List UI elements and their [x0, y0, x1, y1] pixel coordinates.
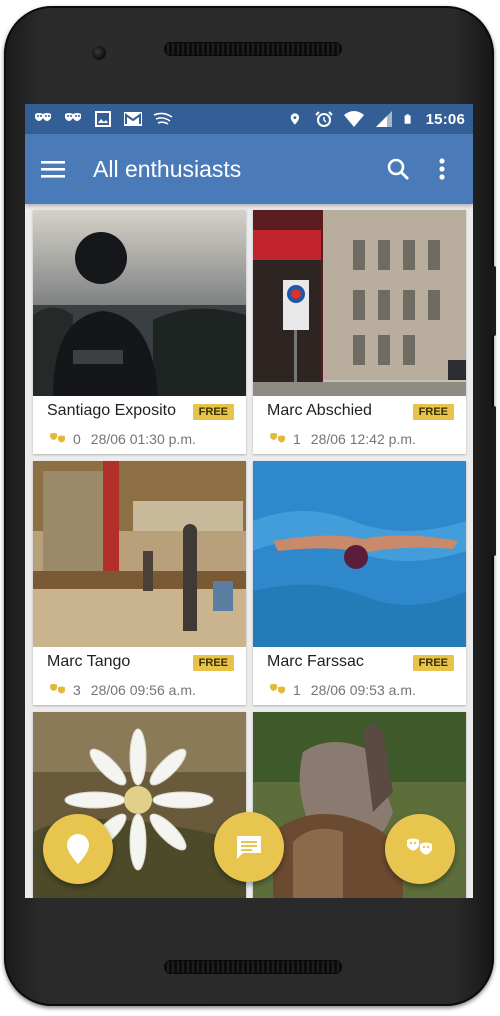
interaction-count: 1: [293, 682, 301, 698]
top-speaker: [164, 42, 342, 56]
enthusiast-photo[interactable]: [33, 210, 246, 396]
masks-icon[interactable]: [406, 838, 434, 860]
enthusiast-card[interactable]: Marc Tango FREE 3 28/06 09:56 a.m.: [33, 461, 246, 705]
bottom-speaker: [164, 960, 342, 974]
masks-icon: [65, 113, 81, 121]
power-button: [492, 266, 496, 336]
interaction-count: 3: [73, 682, 81, 698]
volume-button: [492, 406, 496, 556]
masks-icon: [270, 432, 285, 443]
enthusiast-card[interactable]: Marc Abschied FREE 1 28/06 12:42 p.m.: [253, 210, 466, 454]
wifi-icon: [343, 111, 364, 127]
enthusiast-name: Marc Abschied: [267, 402, 372, 419]
free-badge: FREE: [412, 655, 454, 671]
overflow-menu-button[interactable]: [427, 154, 457, 184]
timestamp: 28/06 12:42 p.m.: [310, 431, 416, 447]
page-title: All enthusiasts: [93, 155, 242, 182]
signal-icon: [375, 111, 392, 127]
more-vert-icon[interactable]: [438, 157, 446, 181]
gmail-icon: [124, 112, 142, 126]
interaction-count: 0: [73, 431, 81, 447]
free-badge: FREE: [192, 655, 234, 671]
card-meta: 0 28/06 01:30 p.m.: [49, 431, 196, 447]
app-bar: All enthusiasts: [25, 134, 473, 204]
clock: 15:06: [425, 110, 465, 128]
image-icon: [95, 111, 111, 127]
masks-icon: [50, 432, 65, 443]
timestamp: 28/06 09:56 a.m.: [90, 682, 196, 698]
enthusiast-photo[interactable]: [253, 461, 466, 647]
alarm-icon: [314, 111, 333, 127]
card-meta: 1 28/06 12:42 p.m.: [269, 431, 416, 447]
masks-icon: [50, 683, 65, 694]
location-icon: [290, 113, 299, 125]
location-pin-icon[interactable]: [67, 834, 89, 864]
search-button[interactable]: [383, 154, 413, 184]
masks-icon: [35, 113, 51, 121]
card-meta: 3 28/06 09:56 a.m.: [49, 682, 196, 698]
battery-icon: [404, 114, 411, 124]
enthusiast-name: Santiago Exposito: [47, 402, 176, 419]
masks-icon: [270, 683, 285, 694]
timestamp: 28/06 09:53 a.m.: [310, 682, 416, 698]
screen: 15:06 All enthusiasts Santiago Exposito …: [25, 104, 473, 898]
free-badge: FREE: [192, 404, 234, 420]
enthusiast-photo[interactable]: [33, 461, 246, 647]
card-meta: 1 28/06 09:53 a.m.: [269, 682, 416, 698]
free-badge: FREE: [412, 404, 454, 420]
chat-fab[interactable]: [214, 812, 284, 882]
enthusiast-name: Marc Tango: [47, 653, 131, 670]
enthusiast-name: Marc Farssac: [267, 653, 364, 670]
search-icon[interactable]: [386, 157, 410, 181]
location-fab[interactable]: [43, 814, 113, 884]
enthusiast-photo[interactable]: [253, 210, 466, 396]
enthusiast-card[interactable]: Marc Farssac FREE 1 28/06 09:53 a.m.: [253, 461, 466, 705]
enthusiast-card[interactable]: Santiago Exposito FREE 0 28/06 01:30 p.m…: [33, 210, 246, 454]
chat-icon[interactable]: [235, 834, 263, 860]
cast-icon: [153, 112, 173, 125]
status-bar: 15:06: [25, 104, 473, 134]
interaction-count: 1: [293, 431, 301, 447]
enthusiast-grid: Santiago Exposito FREE 0 28/06 01:30 p.m…: [25, 204, 473, 898]
masks-fab[interactable]: [385, 814, 455, 884]
hamburger-menu-icon[interactable]: [41, 159, 65, 179]
front-camera: [92, 46, 106, 60]
timestamp: 28/06 01:30 p.m.: [90, 431, 196, 447]
